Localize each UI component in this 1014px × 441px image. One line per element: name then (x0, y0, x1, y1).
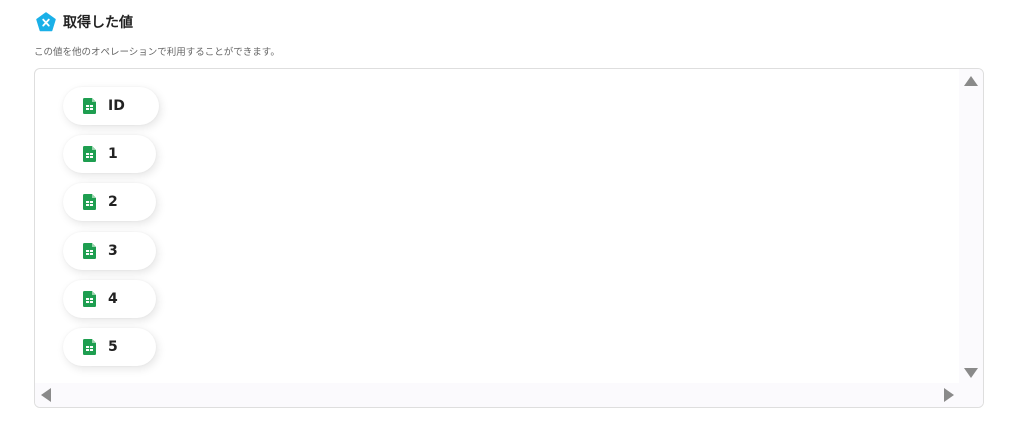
value-chip-4[interactable]: 4 (63, 280, 156, 318)
value-chip-1[interactable]: 1 (63, 135, 156, 173)
vertical-scrollbar[interactable] (959, 69, 983, 385)
google-sheets-icon (83, 194, 96, 210)
value-chip-label: 4 (108, 291, 118, 307)
value-chip-2[interactable]: 2 (63, 183, 156, 221)
value-chip-id[interactable]: ID (63, 87, 159, 125)
value-chip-3[interactable]: 3 (63, 232, 156, 270)
value-chip-label: 2 (108, 194, 118, 210)
x-pentagon-icon (36, 12, 56, 32)
value-chip-label: ID (108, 98, 125, 114)
value-chip-5[interactable]: 5 (63, 328, 156, 366)
section-description: この値を他のオペレーションで利用することができます。 (34, 47, 280, 58)
google-sheets-icon (83, 339, 96, 355)
value-chip-label: 5 (108, 339, 118, 355)
scroll-down-arrow-icon[interactable] (964, 368, 978, 378)
scroll-right-arrow-icon[interactable] (944, 388, 954, 402)
value-chip-label: 3 (108, 243, 118, 259)
google-sheets-icon (83, 243, 96, 259)
value-chip-label: 1 (108, 146, 118, 162)
google-sheets-icon (83, 291, 96, 307)
google-sheets-icon (83, 98, 96, 114)
scroll-up-arrow-icon[interactable] (964, 76, 978, 86)
scroll-left-arrow-icon[interactable] (41, 388, 51, 402)
section-title: 取得した値 (63, 15, 133, 31)
section-header: 取得した値 (36, 12, 133, 32)
google-sheets-icon (83, 146, 96, 162)
horizontal-scrollbar[interactable] (35, 383, 961, 407)
scrollbar-corner (959, 383, 983, 407)
values-panel: ID 1 2 3 4 5 (34, 68, 984, 408)
